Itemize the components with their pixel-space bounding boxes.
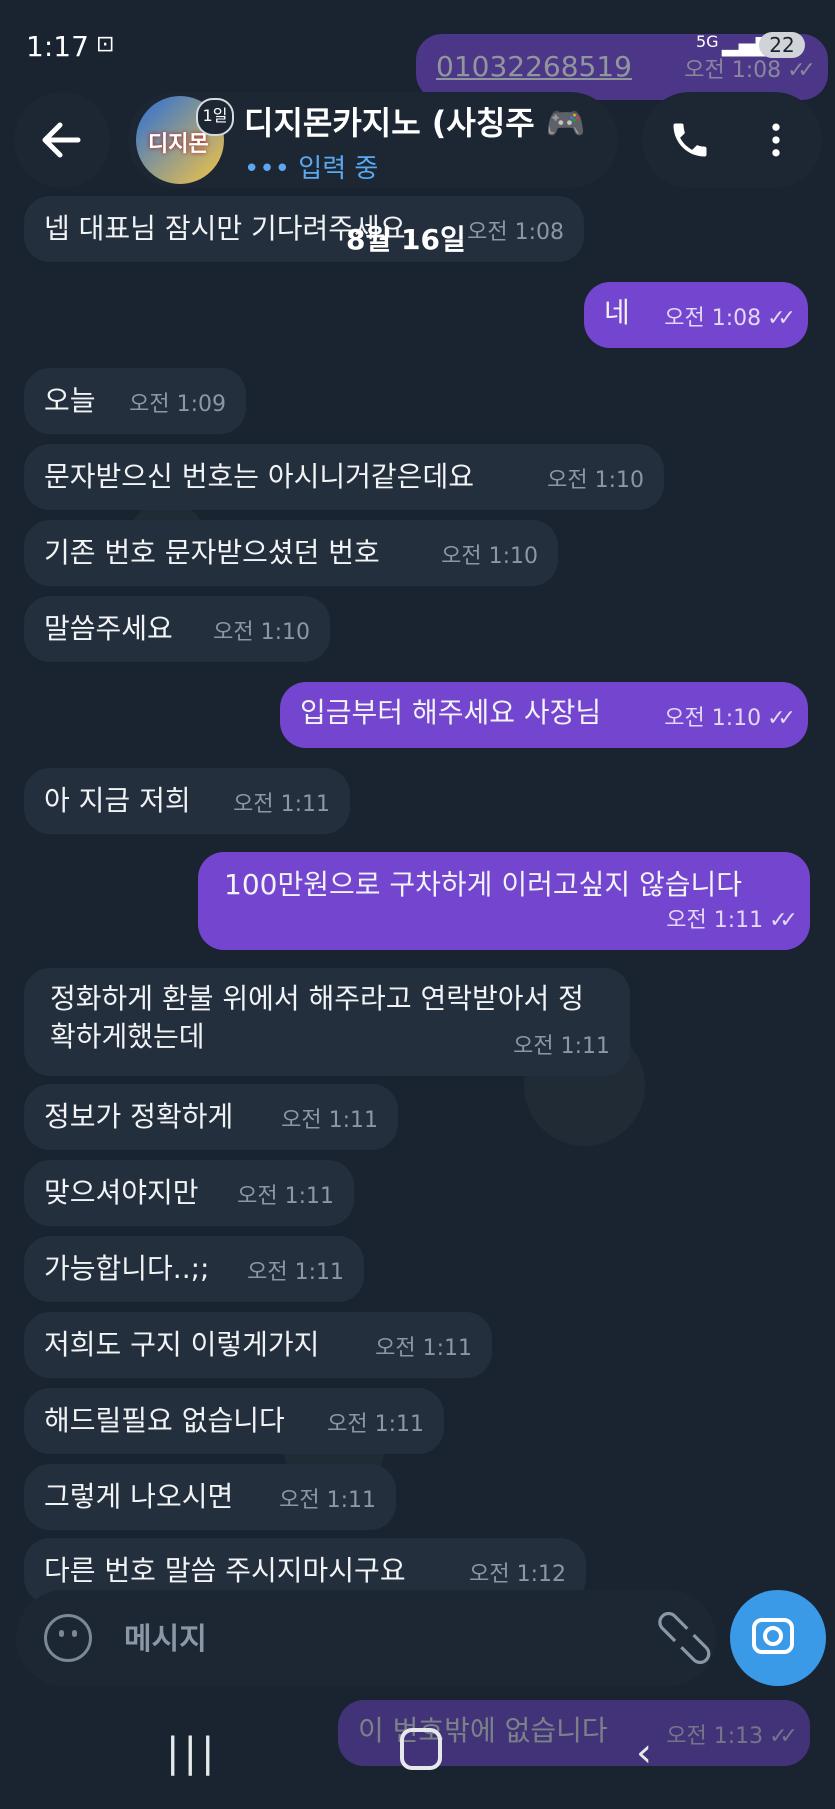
message-bubble-in[interactable]: 맞으셔야지만 오전 1:11: [24, 1160, 354, 1226]
smile-icon[interactable]: [44, 1614, 92, 1662]
message-text: 오늘: [44, 384, 96, 417]
read-checks-icon: ✓✓: [769, 908, 798, 934]
message-bubble-in[interactable]: 가능합니다..;; 오전 1:11: [24, 1236, 364, 1302]
message-bubble-in[interactable]: 정보가 정확하게 오전 1:11: [24, 1084, 398, 1150]
message-time: 오전 1:11: [233, 792, 330, 818]
message-time: 오전 1:08: [467, 220, 564, 246]
message-text: 맞으셔야지만: [44, 1176, 199, 1209]
battery-icon: 22: [759, 32, 805, 58]
message-input[interactable]: 메시지: [124, 1614, 207, 1658]
message-bubble-in[interactable]: 문자받으신 번호는 아시니거같은데요 오전 1:10: [24, 444, 664, 510]
message-bubble-in[interactable]: 해드릴필요 없습니다 오전 1:11: [24, 1388, 444, 1454]
message-time: 오전 1:11: [281, 1108, 378, 1134]
message-time: 오전 1:08 ✓✓: [664, 306, 796, 332]
status-bar: 1:17 ⊡ 5G ▂▄▆ 22: [0, 0, 835, 96]
avatar-text: 디지몬: [148, 132, 209, 157]
home-icon[interactable]: [400, 1728, 442, 1770]
message-time: 오전 1:11 ✓✓: [666, 908, 798, 934]
message-bubble-in[interactable]: 그렇게 나오시면 오전 1:11: [24, 1464, 396, 1530]
message-bubble-in[interactable]: 기존 번호 문자받으셨던 번호 오전 1:10: [24, 520, 558, 586]
message-text: 문자받으신 번호는 아시니거같은데요: [44, 460, 474, 493]
message-time: 오전 1:11: [375, 1336, 472, 1362]
message-bubble-in[interactable]: 오늘 오전 1:09: [24, 368, 246, 434]
message-text: 다른 번호 말씀 주시지마시구요: [44, 1554, 406, 1587]
message-bubble-in[interactable]: 저희도 구지 이렇게가지 오전 1:11: [24, 1312, 492, 1378]
message-time: 오전 1:10: [213, 620, 310, 646]
message-time: 오전 1:11: [279, 1488, 376, 1514]
message-time: 오전 1:10 ✓✓: [664, 706, 796, 732]
back-nav-icon[interactable]: ‹: [636, 1730, 652, 1776]
more-vertical-icon[interactable]: [754, 118, 798, 162]
rank-badge: 1일: [196, 98, 234, 136]
message-time: 오전 1:09: [129, 392, 226, 418]
message-text: 아 지금 저희: [44, 784, 191, 817]
message-time: 오전 1:11: [237, 1184, 334, 1210]
message-bubble-in[interactable]: 아 지금 저희 오전 1:11: [24, 768, 350, 834]
message-text: 정보가 정확하게: [44, 1100, 234, 1133]
message-bubble-out[interactable]: 100만원으로 구차하게 이러고싶지 않습니다 오전 1:11 ✓✓: [198, 852, 810, 950]
phone-icon[interactable]: [668, 118, 712, 162]
message-time: 오전 1:11: [513, 1034, 610, 1060]
message-text: 입금부터 해주세요 사장님: [300, 696, 602, 729]
message-time: 오전 1:11: [247, 1260, 344, 1286]
typing-dots-icon: •••: [244, 154, 291, 184]
message-text: 기존 번호 문자받으셨던 번호: [44, 536, 380, 569]
message-text: 100만원으로 구차하게 이러고싶지 않습니다: [224, 868, 743, 901]
screen-record-icon: ⊡: [96, 32, 115, 57]
message-time: 오전 1:10: [547, 468, 644, 494]
message-bubble-in[interactable]: 넵 대표님 잠시만 기다려주세요 오전 1:08: [24, 196, 584, 262]
read-checks-icon: ✓✓: [767, 706, 796, 732]
message-bubble-in[interactable]: 정화하게 환불 위에서 해주라고 연락받아서 정확하게했는데 오전 1:11: [24, 968, 630, 1076]
message-time: 오전 1:11: [327, 1412, 424, 1438]
message-bubble-out[interactable]: 네 오전 1:08 ✓✓: [584, 282, 808, 348]
arrow-left-icon: [42, 122, 81, 158]
message-bubble-out[interactable]: 입금부터 해주세요 사장님 오전 1:10 ✓✓: [280, 682, 808, 748]
message-composer: [16, 1590, 716, 1686]
header-actions: [642, 92, 822, 188]
typing-status: ••• 입력 중: [244, 154, 379, 184]
message-bubble-in[interactable]: 말씀주세요 오전 1:10: [24, 596, 330, 662]
message-text: 정화하게 환불 위에서 해주라고 연락받아서 정확하게했는데: [50, 982, 584, 1053]
message-text: 저희도 구지 이렇게가지: [44, 1328, 320, 1361]
message-text: 해드릴필요 없습니다: [44, 1404, 285, 1437]
camera-lens: [763, 1626, 783, 1646]
recent-apps-icon[interactable]: |||: [166, 1730, 218, 1776]
message-time: 오전 1:10: [441, 544, 538, 570]
message-text: 그렇게 나오시면: [44, 1480, 234, 1513]
message-text: 네: [604, 296, 630, 329]
message-text: 가능합니다..;;: [44, 1252, 210, 1285]
date-divider: 8월 16일: [346, 223, 466, 256]
network-label: 5G: [696, 32, 719, 51]
message-time: 오전 1:12: [469, 1562, 566, 1588]
read-checks-icon: ✓✓: [767, 306, 796, 332]
status-time: 1:17: [26, 30, 89, 63]
message-text: 말씀주세요: [44, 612, 173, 645]
back-button[interactable]: [14, 92, 110, 188]
chat-title: 디지몬카지노 (사칭주 🎮: [244, 104, 584, 142]
